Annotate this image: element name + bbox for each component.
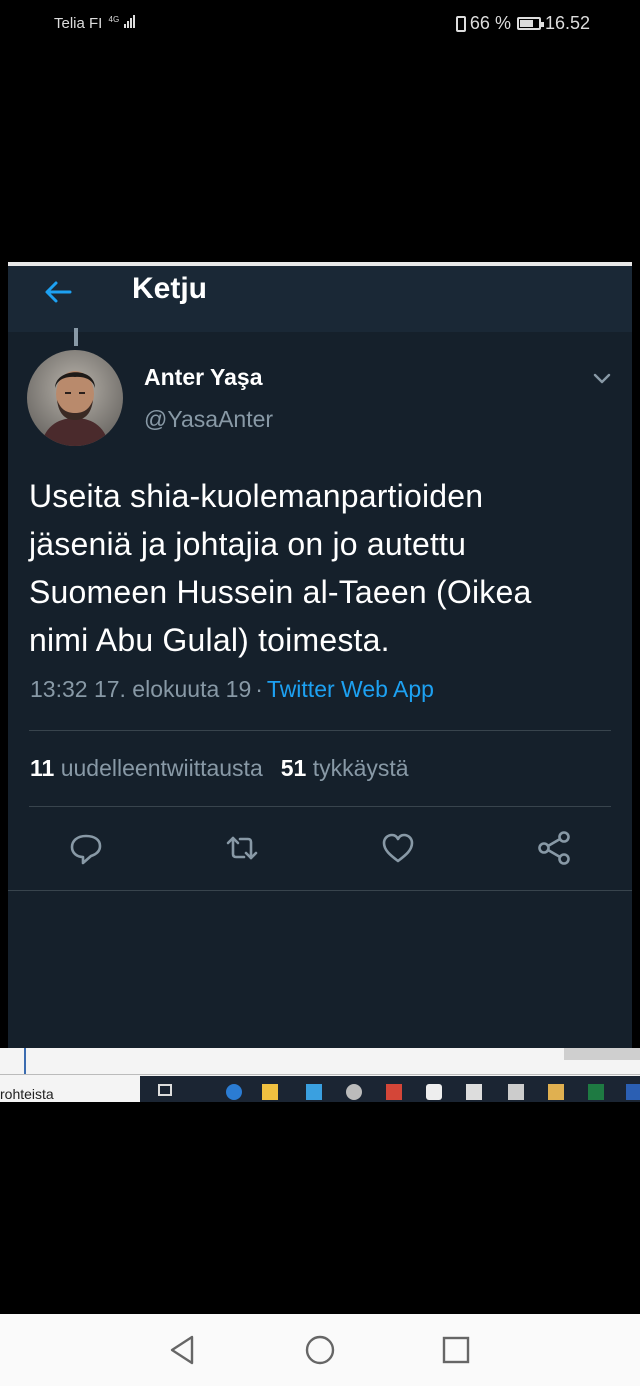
tweet-text-line: jäseniä ja johtajia on jo autettu: [29, 526, 467, 562]
photos-icon: [466, 1084, 482, 1100]
desktop-taskbar: [140, 1076, 640, 1102]
thread-header: Ketju: [8, 266, 632, 332]
tweet-timestamp: 13:32 17. elokuuta 19: [30, 676, 252, 702]
battery-percent: 66 %: [469, 13, 511, 33]
retweet-label[interactable]: uudelleentwiittausta: [61, 755, 263, 781]
chevron-down-icon[interactable]: [590, 366, 614, 390]
signal-icon: [124, 15, 136, 32]
thread-connector-line: [74, 328, 78, 346]
battery-icon: [516, 17, 544, 30]
desktop-accent-bar: [24, 1048, 26, 1074]
avatar[interactable]: [27, 350, 123, 446]
divider: [29, 806, 611, 807]
retweet-icon[interactable]: [222, 828, 262, 868]
author-handle[interactable]: @YasaAnter: [144, 406, 273, 433]
settings-icon: [346, 1084, 362, 1100]
task-view-icon: [158, 1084, 172, 1096]
background-desktop: rohteista: [0, 1048, 640, 1102]
folder-icon: [262, 1084, 278, 1100]
circle-home-icon[interactable]: [302, 1332, 338, 1368]
excel-icon: [588, 1084, 604, 1100]
divider: [8, 890, 632, 891]
divider: [29, 730, 611, 731]
edge-icon: [226, 1084, 242, 1100]
like-count[interactable]: 51: [281, 755, 307, 781]
tweet-text-line: nimi Abu Gulal) toimesta.: [29, 622, 390, 658]
vibrate-icon: [455, 15, 466, 32]
like-heart-icon[interactable]: [378, 828, 418, 868]
author-name[interactable]: Anter Yaşa: [144, 364, 262, 391]
status-bar: Telia FI 4G 66 % 16.52: [0, 0, 640, 50]
calculator-icon: [508, 1084, 524, 1100]
gmail-icon: [386, 1084, 402, 1100]
carrier-info: Telia FI 4G: [54, 15, 136, 32]
tweet-text: Useita shia-kuolemanpartioiden jäseniä j…: [29, 472, 621, 664]
android-nav-bar: [0, 1314, 640, 1386]
store-icon: [306, 1084, 322, 1100]
status-right: 66 % 16.52: [455, 13, 590, 34]
tweet-stats: 11 uudelleentwiittausta 51 tykkäystä: [30, 755, 409, 782]
share-icon[interactable]: [534, 828, 574, 868]
desktop-partial-text: rohteista: [0, 1086, 54, 1102]
media-icon: [548, 1084, 564, 1100]
client-link[interactable]: Twitter Web App: [267, 676, 434, 702]
twitter-screen: Ketju Anter Yaşa @YasaAnter Useita shia-…: [8, 262, 632, 1102]
page-title: Ketju: [132, 272, 207, 305]
reply-icon[interactable]: [66, 828, 106, 868]
like-label[interactable]: tykkäystä: [313, 755, 409, 781]
tweet-text-line: Suomeen Hussein al-Taeen (Oikea: [29, 574, 532, 610]
arrow-left-icon[interactable]: [40, 274, 76, 310]
tweet-meta: 13:32 17. elokuuta 19 · Twitter Web App: [30, 676, 434, 703]
triangle-back-icon[interactable]: [164, 1332, 200, 1368]
network-type: 4G: [108, 15, 120, 24]
retweet-count[interactable]: 11: [30, 755, 54, 781]
square-recents-icon[interactable]: [438, 1332, 474, 1368]
tweet-text-line: Useita shia-kuolemanpartioiden: [29, 478, 484, 514]
divider: [0, 1074, 640, 1075]
carrier-name: Telia FI: [54, 15, 103, 32]
word-icon: [626, 1084, 640, 1100]
clock: 16.52: [544, 13, 590, 33]
meta-separator: ·: [255, 676, 263, 702]
camera-icon: [426, 1084, 442, 1100]
desktop-button: [564, 1048, 640, 1060]
